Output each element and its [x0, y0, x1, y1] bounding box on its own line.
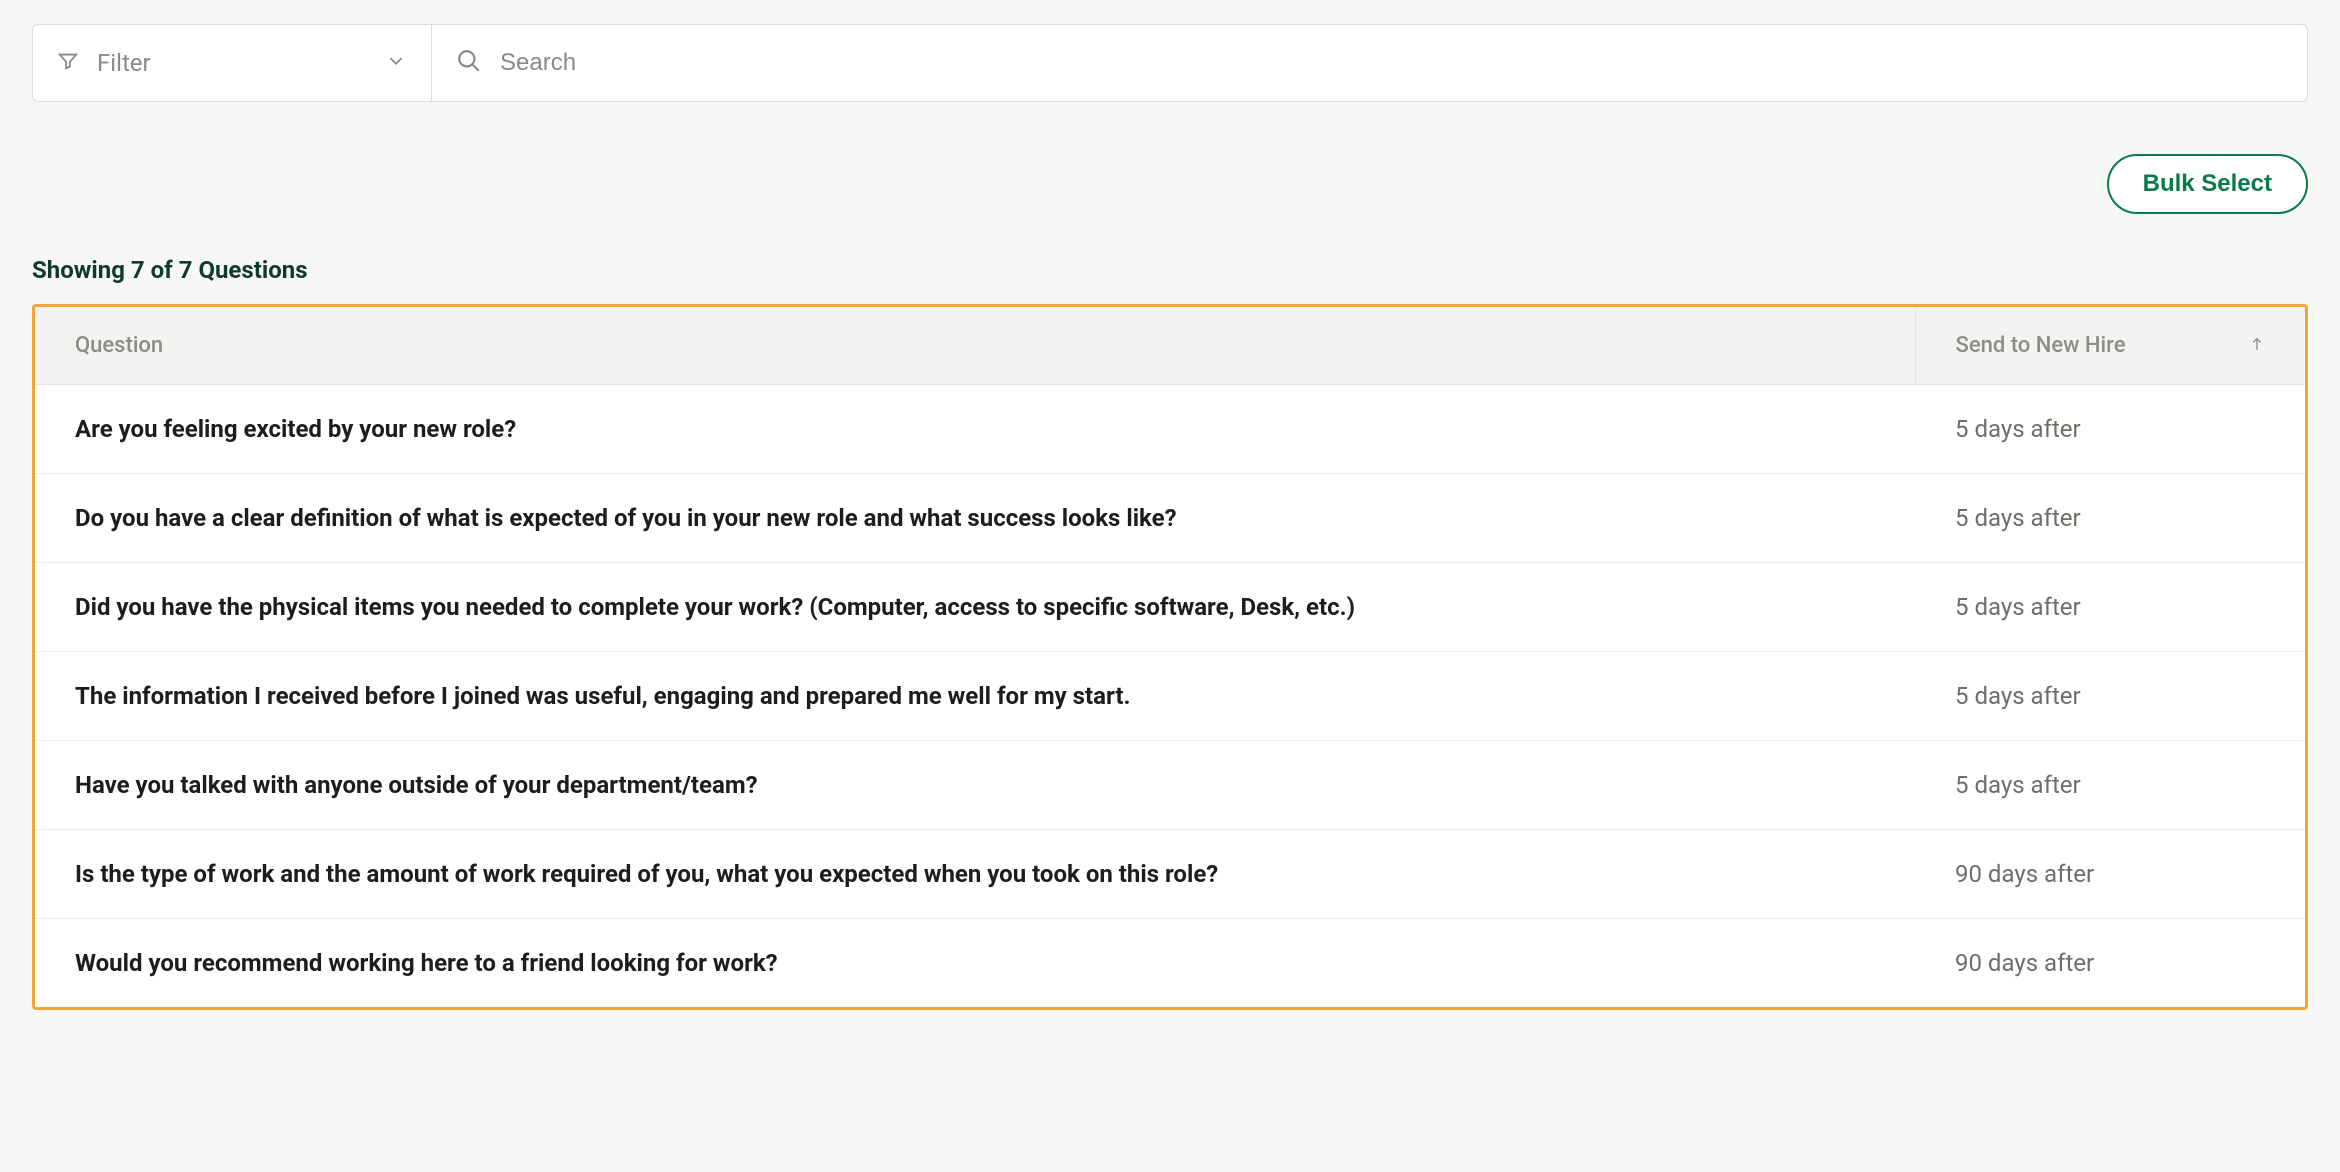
- send-cell: 5 days after: [1915, 474, 2305, 563]
- filter-icon: [57, 50, 79, 76]
- table-row[interactable]: Is the type of work and the amount of wo…: [35, 830, 2305, 919]
- question-cell: Are you feeling excited by your new role…: [35, 385, 1915, 474]
- search-icon: [456, 48, 482, 78]
- table-row[interactable]: The information I received before I join…: [35, 652, 2305, 741]
- question-cell: The information I received before I join…: [35, 652, 1915, 741]
- table-row[interactable]: Do you have a clear definition of what i…: [35, 474, 2305, 563]
- column-header-question[interactable]: Question: [35, 307, 1915, 385]
- toolbar: Filter: [32, 24, 2308, 102]
- results-summary: Showing 7 of 7 Questions: [32, 256, 2308, 284]
- table-row[interactable]: Would you recommend working here to a fr…: [35, 919, 2305, 1008]
- column-header-send[interactable]: Send to New Hire: [1915, 307, 2305, 385]
- actions-row: Bulk Select: [32, 154, 2308, 214]
- table-row[interactable]: Have you talked with anyone outside of y…: [35, 741, 2305, 830]
- filter-dropdown[interactable]: Filter: [32, 24, 432, 102]
- question-cell: Did you have the physical items you need…: [35, 563, 1915, 652]
- table-row[interactable]: Did you have the physical items you need…: [35, 563, 2305, 652]
- send-cell: 5 days after: [1915, 385, 2305, 474]
- send-cell: 90 days after: [1915, 919, 2305, 1008]
- search-box[interactable]: [432, 24, 2308, 102]
- question-cell: Would you recommend working here to a fr…: [35, 919, 1915, 1008]
- send-cell: 90 days after: [1915, 830, 2305, 919]
- questions-table-wrap: Question Send to New Hire Are you feelin…: [32, 304, 2308, 1010]
- question-cell: Do you have a clear definition of what i…: [35, 474, 1915, 563]
- sort-asc-icon: [2249, 333, 2265, 358]
- search-input[interactable]: [500, 49, 2283, 77]
- question-cell: Have you talked with anyone outside of y…: [35, 741, 1915, 830]
- column-header-send-label: Send to New Hire: [1956, 333, 2126, 358]
- send-cell: 5 days after: [1915, 652, 2305, 741]
- filter-label: Filter: [97, 49, 367, 77]
- questions-table: Question Send to New Hire Are you feelin…: [35, 307, 2305, 1007]
- send-cell: 5 days after: [1915, 563, 2305, 652]
- chevron-down-icon: [385, 50, 407, 76]
- send-cell: 5 days after: [1915, 741, 2305, 830]
- question-cell: Is the type of work and the amount of wo…: [35, 830, 1915, 919]
- bulk-select-button[interactable]: Bulk Select: [2107, 154, 2308, 214]
- table-row[interactable]: Are you feeling excited by your new role…: [35, 385, 2305, 474]
